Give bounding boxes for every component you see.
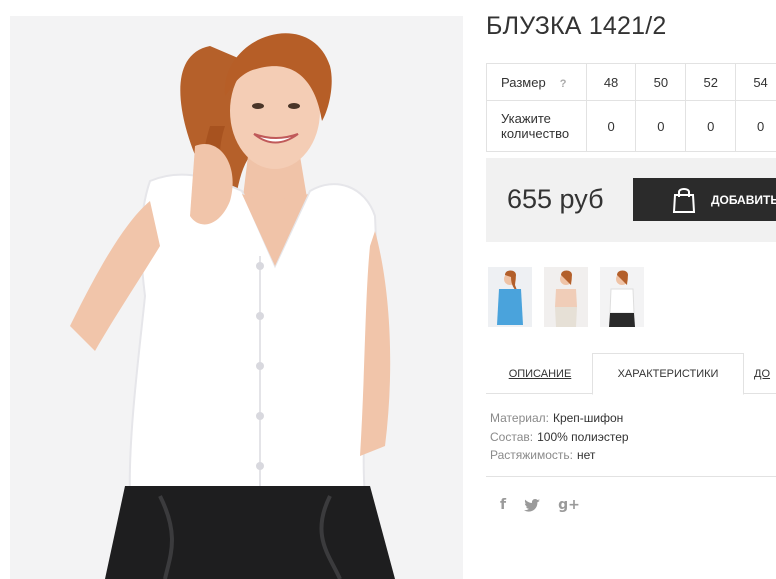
twitter-icon[interactable]: [524, 498, 541, 512]
quantity-input-54[interactable]: 0: [735, 100, 776, 152]
quantity-label-line1: Укажите: [501, 111, 551, 126]
spec-value: Креп-шифон: [552, 411, 624, 425]
quantity-input-52[interactable]: 0: [685, 100, 737, 152]
thumbnail-white-blouse[interactable]: [600, 267, 644, 327]
facebook-icon[interactable]: f: [500, 497, 506, 513]
help-icon[interactable]: ?: [560, 78, 567, 90]
social-share: f g+: [500, 497, 580, 513]
spec-value: нет: [577, 448, 596, 462]
size-54: 54: [735, 63, 776, 101]
divider: [486, 476, 776, 477]
spec-material: Материал: Креп-шифон: [490, 409, 629, 428]
spec-key: Состав:: [490, 429, 534, 444]
specs-list: Материал: Креп-шифон Состав: 100% полиэсте…: [490, 409, 629, 465]
spec-composition: Состав: 100% полиэстер: [490, 428, 629, 447]
size-48: 48: [585, 63, 637, 101]
tab-description[interactable]: ОПИСАНИЕ: [486, 353, 594, 394]
thumbnail-peach-top[interactable]: [544, 267, 588, 327]
spec-key: Растяжимость:: [490, 448, 574, 462]
buy-panel: 655 руб ДОБАВИТЬ В: [486, 158, 776, 242]
size-header-cell: Размер?: [486, 63, 587, 101]
product-tabs: ОПИСАНИЕ ХАРАКТЕРИСТИКИ ДО: [486, 353, 776, 395]
main-product-photo[interactable]: [10, 16, 463, 579]
product-title: БЛУЗКА 1421/2: [486, 12, 667, 40]
price: 655 руб: [507, 184, 604, 214]
size-label: Размер: [501, 74, 546, 90]
spec-value: 100% полиэстер: [537, 429, 629, 444]
size-quantity-table: Размер? 48 50 52 54 Укажите количество 0…: [486, 63, 776, 152]
thumbnail-strip: [488, 267, 644, 327]
quantity-header-cell: Укажите количество: [486, 100, 587, 152]
tab-characteristics[interactable]: ХАРАКТЕРИСТИКИ: [592, 353, 744, 395]
thumbnail-blue-top[interactable]: [488, 267, 532, 327]
size-50: 50: [635, 63, 687, 101]
quantity-input-50[interactable]: 0: [635, 100, 687, 152]
spec-stretch: Растяжимость: нет: [490, 446, 629, 465]
add-to-cart-button[interactable]: ДОБАВИТЬ В: [633, 178, 776, 221]
spec-key: Материал:: [490, 411, 549, 425]
tab-delivery[interactable]: ДО: [754, 353, 776, 394]
quantity-label-line2: количество: [501, 126, 570, 141]
add-to-cart-label: ДОБАВИТЬ В: [711, 192, 776, 207]
shopping-bag-icon: [672, 187, 696, 213]
quantity-input-48[interactable]: 0: [585, 100, 637, 152]
google-plus-icon[interactable]: g+: [558, 497, 580, 513]
size-52: 52: [685, 63, 737, 101]
